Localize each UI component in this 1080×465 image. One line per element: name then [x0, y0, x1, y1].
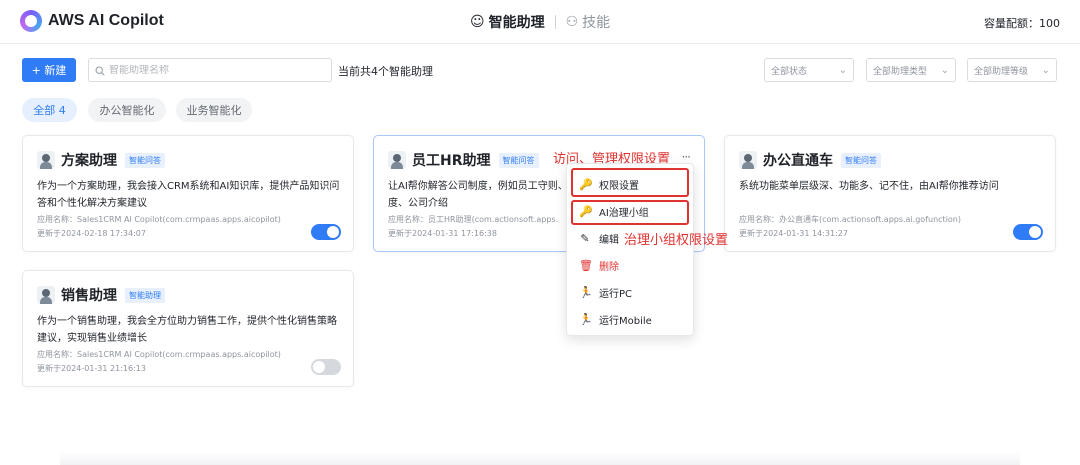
card-description: 作为一个方案助理，我会接入CRM系统和AI知识库，提供产品知识问答和个性化解决方…	[37, 181, 340, 209]
level-filter-value: 全部助理等级	[974, 66, 1029, 77]
chevron-down-icon: ⌄	[838, 64, 847, 76]
card-header: 方案助理 智能问答	[37, 150, 165, 170]
nav-tab-assistant[interactable]: ☺ 智能助理	[470, 12, 545, 32]
status-filter-value: 全部状态	[771, 66, 808, 77]
card-description: 系统功能菜单层级深、功能多、记不住，由AI帮你推荐访问	[739, 181, 999, 192]
annotation-highlight-permission	[571, 168, 689, 197]
enable-toggle[interactable]	[1013, 224, 1043, 240]
menu-item-run-pc[interactable]: 🏃 运行PC	[567, 279, 693, 306]
menu-item-delete[interactable]: 🗑 删除	[567, 252, 693, 279]
bottom-divider	[60, 452, 1020, 465]
avatar	[37, 286, 55, 304]
avatar	[388, 151, 406, 169]
card-title: 办公直通车	[763, 153, 833, 169]
assistant-card-office[interactable]: 办公直通车 智能问答 系统功能菜单层级深、功能多、记不住，由AI帮你推荐访问 应…	[724, 135, 1056, 252]
tab-all[interactable]: 全部 4	[22, 98, 77, 122]
assistant-card-plan[interactable]: 方案助理 智能问答 作为一个方案助理，我会接入CRM系统和AI知识库，提供产品知…	[22, 135, 354, 252]
assistant-count: 当前共4个智能助理	[338, 65, 433, 78]
assistant-card-sales[interactable]: 销售助理 智能助理 作为一个销售助理，我会全方位助力销售工作，提供个性化销售策略…	[22, 270, 354, 387]
run-icon: 🏃	[579, 313, 593, 326]
level-filter-select[interactable]: 全部助理等级 ⌄	[967, 58, 1057, 82]
card-title: 员工HR助理	[412, 153, 491, 169]
chevron-down-icon: ⌄	[940, 64, 949, 76]
card-updated-time: 更新于2024-01-31 21:16:13	[37, 364, 146, 373]
top-nav: ☺ 智能助理 ⚇ 技能	[470, 12, 610, 32]
card-header: 销售助理 智能助理	[37, 285, 165, 305]
new-button[interactable]: + 新建	[22, 58, 76, 82]
card-header: 办公直通车 智能问答	[739, 150, 881, 170]
app-header: AWS AI Copilot ☺ 智能助理 ⚇ 技能 容量配额：100	[0, 0, 1080, 44]
card-description: 让AI帮你解答公司制度，例如员工守则、度、公司介绍	[388, 181, 568, 209]
enable-toggle[interactable]	[311, 359, 341, 375]
edit-icon: ✎	[580, 232, 590, 245]
app-logo-icon	[20, 10, 42, 32]
card-tag: 智能问答	[841, 152, 881, 168]
card-app-name: 应用名称：员工HR助理(com.actionsoft.apps.	[388, 215, 559, 224]
avatar	[37, 151, 55, 169]
menu-item-label: 运行Mobile	[599, 316, 652, 327]
avatar	[739, 151, 757, 169]
card-title: 方案助理	[61, 153, 117, 169]
app-title: AWS AI Copilot	[48, 12, 164, 29]
card-app-name: 应用名称：Sales1CRM AI Copilot(com.crmpaas.ap…	[37, 350, 281, 359]
nav-divider	[554, 15, 556, 29]
chevron-down-icon: ⌄	[1041, 64, 1050, 76]
capacity-quota: 容量配额：100	[984, 17, 1060, 30]
nav-tab-skills[interactable]: ⚇ 技能	[566, 12, 611, 32]
search-icon	[95, 61, 105, 80]
search-box[interactable]	[88, 58, 332, 82]
card-app-name: 应用名称：Sales1CRM AI Copilot(com.crmpaas.ap…	[37, 215, 281, 224]
menu-item-run-mobile[interactable]: 🏃 运行Mobile	[567, 306, 693, 333]
card-app-name: 应用名称：办公直通车(com.actionsoft.apps.ai.gofunc…	[739, 215, 962, 224]
card-description: 作为一个销售助理，我会全方位助力销售工作，提供个性化销售策略建议，实现销售业绩增…	[37, 316, 337, 344]
assistant-icon: ☺	[470, 14, 485, 30]
card-updated-time: 更新于2024-02-18 17:34:07	[37, 229, 146, 238]
card-header: 员工HR助理 智能问答	[388, 150, 539, 170]
card-tag: 智能问答	[125, 152, 165, 168]
more-options-icon[interactable]: ···	[682, 150, 692, 164]
card-title: 销售助理	[61, 288, 117, 304]
trash-icon: 🗑	[579, 259, 593, 272]
search-input[interactable]	[109, 64, 309, 76]
annotation-governance-permission: 治理小组权限设置	[624, 233, 729, 248]
nav-tab-assistant-label: 智能助理	[488, 15, 545, 31]
card-updated-time: 更新于2024-01-31 14:31:27	[739, 229, 848, 238]
card-tag: 智能助理	[125, 287, 165, 303]
run-icon: 🏃	[579, 286, 593, 299]
skills-icon: ⚇	[565, 14, 579, 30]
status-filter-select[interactable]: 全部状态 ⌄	[764, 58, 854, 82]
type-filter-value: 全部助理类型	[873, 66, 928, 77]
type-filter-select[interactable]: 全部助理类型 ⌄	[866, 58, 956, 82]
menu-item-label: 运行PC	[599, 289, 633, 300]
card-updated-time: 更新于2024-01-31 17:16:38	[388, 229, 497, 238]
card-tag: 智能问答	[498, 152, 539, 168]
enable-toggle[interactable]	[311, 224, 341, 240]
annotation-highlight-governance	[571, 200, 689, 225]
menu-item-label: 删除	[599, 262, 619, 273]
tab-office[interactable]: 办公智能化	[88, 98, 166, 122]
tab-business[interactable]: 业务智能化	[176, 98, 252, 122]
nav-tab-skills-label: 技能	[582, 15, 611, 31]
menu-item-label: 编辑	[599, 235, 619, 246]
